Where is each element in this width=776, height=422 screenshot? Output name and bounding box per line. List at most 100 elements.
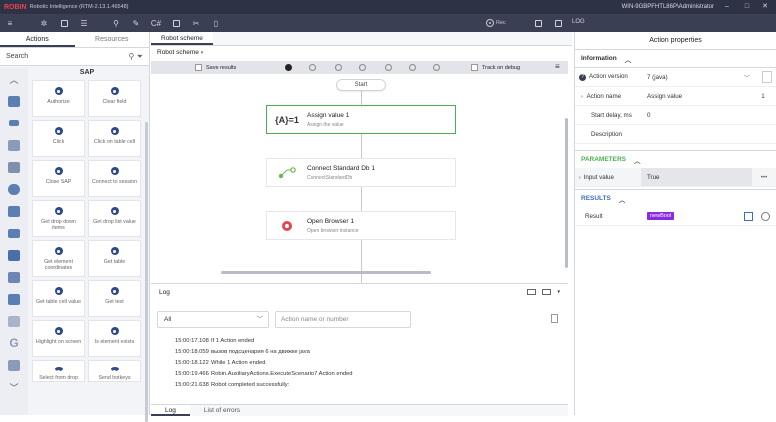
more-icon[interactable] <box>762 71 772 83</box>
cut-icon[interactable]: ✂ <box>186 14 206 32</box>
action-tile[interactable]: Get drop list value <box>88 200 141 237</box>
section-results[interactable]: RESULTS ︿ <box>575 190 776 207</box>
scrollbar[interactable] <box>221 271 431 274</box>
action-tile[interactable]: Connect to session <box>88 160 141 197</box>
category-mail-icon[interactable] <box>0 222 28 244</box>
action-tile[interactable]: Authorize <box>32 80 85 117</box>
copy-icon[interactable] <box>166 14 186 32</box>
csharp-icon[interactable]: C# <box>146 14 166 32</box>
section-parameters[interactable]: PARAMETERS ︿ <box>575 151 776 168</box>
tab-log[interactable]: Log <box>151 405 190 416</box>
save-results-toggle[interactable]: Save results <box>195 64 236 71</box>
category-doc-icon[interactable] <box>0 266 28 288</box>
category-google-icon[interactable]: G <box>0 332 28 354</box>
action-tile[interactable]: Send hotkeys <box>88 360 141 382</box>
step-over-icon[interactable] <box>385 64 392 71</box>
version-select[interactable]: 7 (java) ﹀ <box>641 68 762 86</box>
start-delay-input[interactable]: 0 <box>641 106 776 124</box>
maximize-icon[interactable]: □ <box>738 0 756 14</box>
subtab-robot-scheme[interactable]: Robot scheme ▾ <box>153 47 207 59</box>
category-grid-icon[interactable] <box>0 90 28 112</box>
log-filter-select[interactable]: All ﹀ <box>157 311 269 328</box>
action-tile[interactable]: Close SAP <box>32 160 85 197</box>
category-database-icon[interactable] <box>0 178 28 200</box>
title-bar: ROBIN Robotic Intelligence (RTM-2.13.1.4… <box>0 0 776 14</box>
action-tile[interactable]: Get drop down items <box>32 200 85 237</box>
settings-icon[interactable]: ✲ <box>34 14 54 32</box>
layout-icon[interactable] <box>542 289 552 295</box>
divider <box>94 14 106 32</box>
pause-icon[interactable] <box>409 64 416 71</box>
scheme-panel: Robot scheme Robot scheme ▾ Save results… <box>151 32 572 416</box>
search-icon[interactable]: ⚲ <box>106 14 126 32</box>
category-excel-icon[interactable] <box>0 244 28 266</box>
action-node-assign-value[interactable]: {A}=1 Assign value 1 Assign the value <box>266 105 456 134</box>
tab-list-of-errors[interactable]: List of errors <box>190 405 254 416</box>
category-files-icon[interactable] <box>0 134 28 156</box>
chevron-down-icon: ﹀ <box>743 74 750 82</box>
minimize-icon[interactable]: – <box>718 0 736 14</box>
action-tile[interactable]: Get table cell value <box>32 280 85 317</box>
log-search-input[interactable]: Action name or number <box>275 311 411 328</box>
category-label-icon[interactable] <box>0 112 28 134</box>
action-tile[interactable]: Clear field <box>88 80 141 117</box>
stop-icon[interactable] <box>335 64 342 71</box>
tab-robot-scheme[interactable]: Robot scheme <box>151 32 213 45</box>
collapse-up-icon[interactable]: ︿ <box>0 68 28 90</box>
scrollbar[interactable] <box>145 122 148 422</box>
category-puzzle-icon[interactable] <box>0 354 28 376</box>
save-icon[interactable] <box>54 14 74 32</box>
section-information[interactable]: Information ︿ <box>575 50 776 67</box>
search-icon[interactable]: ⚲ ⏷ <box>129 52 143 62</box>
action-tile[interactable]: Click on table cell <box>88 120 141 157</box>
checkbox[interactable] <box>471 64 478 71</box>
action-tile[interactable]: Click <box>32 120 85 157</box>
track-on-debug-toggle[interactable]: Track on debug <box>471 64 520 71</box>
action-tile[interactable]: Get text <box>88 280 141 317</box>
action-tile[interactable]: Get element coordinates <box>32 240 85 277</box>
action-node-connect-db[interactable]: Connect Standard Db 1 ConnectStandardDb <box>266 158 456 187</box>
settings-icon[interactable] <box>761 211 770 221</box>
collapse-down-icon[interactable]: ﹀ <box>0 376 28 398</box>
scrollbar[interactable] <box>565 118 568 268</box>
menu-icon[interactable]: ≡ <box>0 14 20 32</box>
log-button[interactable]: LOG <box>572 19 585 25</box>
action-tile[interactable]: Select from drop <box>32 360 85 382</box>
debug-icon[interactable] <box>309 64 316 71</box>
database-icon[interactable]: ☰ <box>74 14 94 32</box>
action-tile[interactable]: Is element exists <box>88 320 141 357</box>
delete-icon[interactable]: ▯ <box>206 14 226 32</box>
edit-icon[interactable]: ✎ <box>126 14 146 32</box>
action-name-input[interactable]: Assign value <box>641 87 750 105</box>
category-table-icon[interactable] <box>0 288 28 310</box>
record-button[interactable]: Rec <box>486 15 514 31</box>
menu-icon[interactable]: ≡ <box>555 62 560 71</box>
chevron-down-icon[interactable]: ▾ <box>557 289 560 295</box>
action-tile[interactable]: Get table <box>88 240 141 277</box>
action-node-open-browser[interactable]: Open Browser 1 Open browser instance <box>266 211 456 240</box>
input-value-field[interactable]: True <box>641 168 752 186</box>
link-icon[interactable] <box>744 211 753 221</box>
window-icon[interactable] <box>528 14 548 32</box>
clear-icon[interactable] <box>551 314 558 323</box>
gear-icon <box>110 127 119 135</box>
category-calendar-icon[interactable] <box>0 156 28 178</box>
result-variable[interactable]: newBool <box>641 207 744 225</box>
search-input[interactable]: Search ⚲ ⏷ <box>0 48 149 66</box>
checkbox[interactable] <box>195 64 202 71</box>
action-tile[interactable]: Highlight on screen <box>32 320 85 357</box>
description-input[interactable] <box>641 125 776 143</box>
layout-icon[interactable] <box>548 14 568 32</box>
category-bag-icon[interactable] <box>0 310 28 332</box>
app-logo: ROBIN <box>4 3 27 11</box>
tab-resources[interactable]: Resources <box>75 32 150 47</box>
tab-actions[interactable]: Actions <box>0 32 75 47</box>
window-icon[interactable] <box>527 289 537 295</box>
refresh-icon[interactable] <box>433 64 440 71</box>
category-chat-icon[interactable] <box>0 200 28 222</box>
more-icon[interactable]: ••• <box>752 174 776 181</box>
start-node[interactable]: Start <box>336 79 386 91</box>
run-icon[interactable] <box>285 64 292 71</box>
step-icon[interactable] <box>359 64 366 71</box>
close-icon[interactable]: ✕ <box>756 0 774 14</box>
